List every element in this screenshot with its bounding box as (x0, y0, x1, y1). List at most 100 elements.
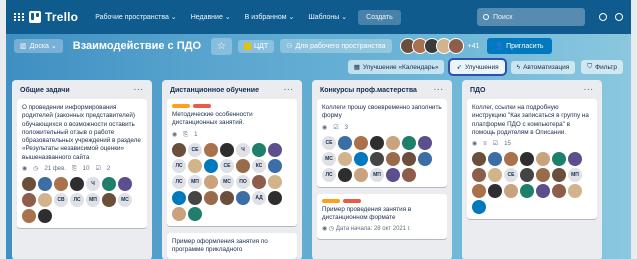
card[interactable]: Методические особенности дистанционных з… (167, 99, 297, 226)
avatar[interactable] (338, 135, 352, 150)
nav-templates[interactable]: Шаблоны ⌄ (301, 13, 354, 21)
avatar[interactable] (370, 135, 384, 150)
filter-button[interactable]: ⛉ Фильтр (581, 60, 623, 74)
avatar[interactable] (188, 206, 202, 221)
avatar[interactable] (268, 158, 282, 173)
avatar[interactable] (268, 142, 282, 157)
list-title[interactable]: ПДО (470, 87, 485, 94)
list-menu-icon[interactable]: ··· (584, 87, 594, 94)
star-button[interactable]: ☆ (211, 37, 232, 55)
avatar[interactable] (370, 151, 384, 166)
avatar[interactable] (386, 151, 400, 166)
card[interactable]: Пример проведения занятия в дистанционно… (317, 193, 447, 239)
avatar[interactable] (402, 135, 416, 150)
bell-icon[interactable] (615, 13, 623, 21)
avatar[interactable] (354, 135, 368, 150)
avatar[interactable] (504, 152, 518, 167)
board-members[interactable] (399, 38, 464, 54)
avatar[interactable] (472, 200, 486, 215)
avatar[interactable]: МП (188, 174, 202, 189)
list-title[interactable]: Общие задачи (20, 87, 70, 94)
avatar[interactable]: МС (118, 193, 132, 208)
avatar[interactable]: СЕ (322, 135, 336, 150)
avatar[interactable] (568, 152, 582, 167)
avatar[interactable]: МП (568, 168, 582, 183)
avatar[interactable] (220, 142, 234, 157)
avatar[interactable] (236, 190, 250, 205)
search-input[interactable]: Поиск (477, 8, 585, 26)
card[interactable]: Коллеги прошу своевременно заполнить фор… (317, 99, 447, 187)
avatar[interactable] (22, 193, 36, 208)
create-button[interactable]: Создать (358, 9, 401, 25)
avatar[interactable] (204, 158, 218, 173)
avatar[interactable] (354, 151, 368, 166)
avatar[interactable] (418, 151, 432, 166)
avatar[interactable]: МП (86, 193, 100, 208)
list-distance-learning[interactable]: Дистанционное обучение ··· Методические … (162, 80, 302, 259)
avatar[interactable] (402, 151, 416, 166)
avatar[interactable] (536, 168, 550, 183)
avatar[interactable] (54, 177, 68, 192)
avatar[interactable] (472, 184, 486, 199)
avatar[interactable] (536, 152, 550, 167)
avatar[interactable]: МС (220, 174, 234, 189)
list-menu-icon[interactable]: ··· (284, 87, 294, 94)
automation-button[interactable]: ϟ Автоматизация (510, 60, 576, 74)
avatar[interactable] (488, 168, 502, 183)
avatar[interactable]: ЛС (172, 174, 186, 189)
list-pdo[interactable]: ПДО ··· Коллег, ссылки на подробную инст… (462, 80, 602, 259)
invite-button[interactable]: 👤 Пригласить (487, 38, 552, 54)
avatar[interactable] (38, 193, 52, 208)
avatar[interactable] (488, 152, 502, 167)
list-menu-icon[interactable]: ··· (134, 87, 144, 94)
avatar[interactable] (204, 142, 218, 157)
avatar[interactable]: АД (252, 190, 266, 205)
powerups-button[interactable]: ➶ Улучшения (448, 58, 507, 76)
board-view-selector[interactable]: ▥ Доска ⌄ (14, 39, 63, 53)
avatar[interactable] (252, 142, 266, 157)
avatar[interactable] (204, 174, 218, 189)
avatar[interactable]: КС (252, 158, 266, 173)
avatar[interactable] (172, 190, 186, 205)
avatar[interactable] (338, 167, 352, 182)
avatar[interactable] (268, 174, 282, 189)
avatar[interactable] (188, 158, 202, 173)
avatar[interactable] (402, 167, 416, 182)
avatar[interactable] (172, 142, 186, 157)
list-title[interactable]: Дистанционное обучение (170, 87, 259, 94)
avatar[interactable]: Ч (86, 177, 100, 192)
avatar[interactable] (568, 184, 582, 199)
avatar[interactable]: СЕ (220, 158, 234, 173)
avatar[interactable] (204, 190, 218, 205)
avatar[interactable] (38, 209, 52, 224)
avatar[interactable]: ЛС (70, 193, 84, 208)
avatar[interactable]: Ч (236, 142, 250, 157)
avatar[interactable] (102, 177, 116, 192)
avatar[interactable] (252, 174, 266, 189)
list-contests[interactable]: Конкурсы проф.мастерства ··· Коллеги про… (312, 80, 452, 259)
avatar[interactable] (520, 184, 534, 199)
avatar[interactable] (504, 184, 518, 199)
avatar[interactable] (472, 152, 486, 167)
avatar[interactable] (338, 151, 352, 166)
trello-logo[interactable]: Trello (29, 10, 78, 24)
board-title[interactable]: Взаимодействие с ПДО (73, 40, 201, 52)
avatar[interactable] (172, 206, 186, 221)
avatar[interactable] (472, 168, 486, 183)
calendar-powerup-button[interactable]: ▦ Улучшение «Календарь» (347, 60, 445, 74)
avatar[interactable] (552, 168, 566, 183)
avatar[interactable] (220, 190, 234, 205)
avatar[interactable] (386, 167, 400, 182)
visibility-button[interactable]: ⚇ Для рабочего пространства (280, 39, 392, 53)
avatar[interactable]: СЕ (188, 142, 202, 157)
avatar[interactable]: МП (370, 167, 384, 182)
info-icon[interactable] (599, 13, 607, 21)
avatar[interactable] (520, 152, 534, 167)
avatar[interactable] (38, 177, 52, 192)
nav-recent[interactable]: Недавние ⌄ (184, 13, 238, 21)
list-general-tasks[interactable]: Общие задачи ··· О проведении информиров… (12, 80, 152, 259)
avatar[interactable] (268, 190, 282, 205)
avatar[interactable] (188, 190, 202, 205)
avatar[interactable] (354, 167, 368, 182)
avatar[interactable] (552, 184, 566, 199)
